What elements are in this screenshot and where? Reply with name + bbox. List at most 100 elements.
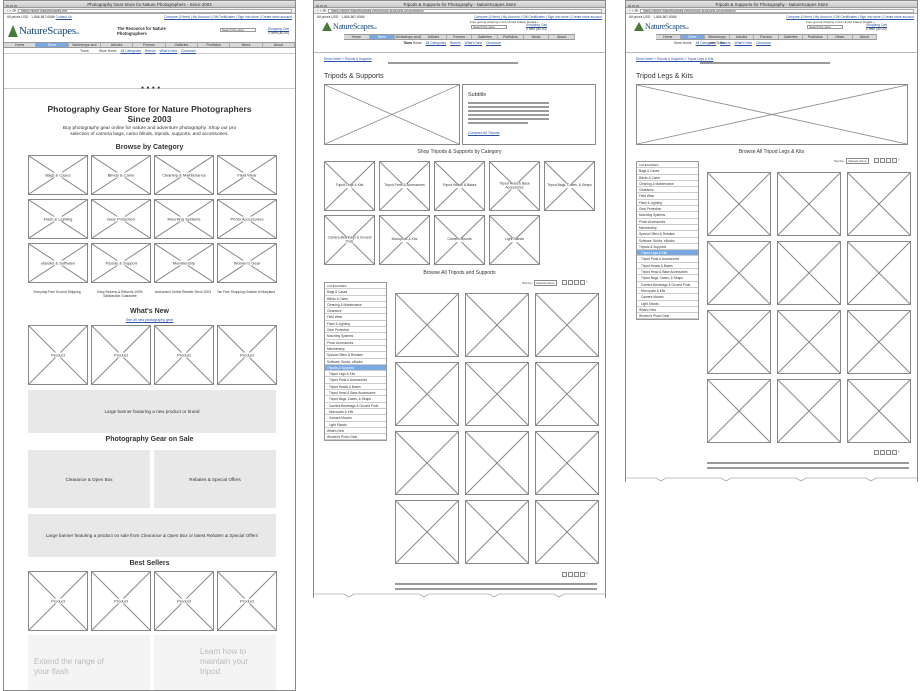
product-card[interactable]: Product [154, 325, 214, 385]
sale-banner[interactable]: Large banner featuring a product on sale… [28, 514, 276, 557]
nav-item[interactable]: About [853, 35, 878, 39]
subcategory-tile[interactable]: Camera Mounts [434, 215, 485, 265]
product-card[interactable] [847, 172, 911, 236]
nav-item[interactable]: Store [36, 43, 69, 47]
view-toggle-buttons[interactable]: › [874, 158, 900, 163]
product-card[interactable] [707, 241, 771, 305]
search-input[interactable]: Search the store [220, 28, 256, 32]
sidebar-item[interactable]: Women's Photo Gear [325, 434, 386, 441]
nav-item[interactable]: Home [344, 35, 370, 39]
nav-item[interactable]: Galleries [472, 35, 499, 39]
product-card[interactable] [777, 379, 841, 443]
product-card[interactable] [535, 431, 599, 495]
see-all-link[interactable]: See all new photography gear [4, 318, 295, 322]
category-tile[interactable]: Tripods & Support [91, 243, 151, 283]
category-tile[interactable]: Membership [154, 243, 214, 283]
sidebar-item[interactable]: Women's Photo Gear [637, 313, 698, 320]
nav-item[interactable]: Articles [421, 35, 447, 39]
nav-item[interactable]: Workshops and Tours [69, 43, 101, 53]
product-card[interactable] [535, 293, 599, 357]
nav-item[interactable]: Store [680, 35, 706, 39]
sort-control[interactable]: Sort by: Newest Items [520, 280, 557, 286]
search-input[interactable]: Search the store [471, 25, 507, 29]
nav-item[interactable]: Forums [754, 35, 779, 39]
product-card[interactable] [465, 500, 529, 564]
product-card[interactable] [847, 379, 911, 443]
nav-item[interactable]: Articles [730, 35, 755, 39]
shopping-cart[interactable]: Shopping Cart 0 Item ($0.00) [526, 23, 547, 31]
product-card[interactable] [777, 310, 841, 374]
site-logo[interactable]: NatureScapes.net [322, 20, 377, 32]
product-card[interactable] [777, 172, 841, 236]
subnav-link[interactable]: Brands [450, 41, 460, 45]
subnav-link[interactable]: Store Home [674, 41, 692, 45]
carousel-dots[interactable]: ● ● ● ● [141, 85, 161, 91]
shopping-cart[interactable]: Shopping Cart 0 Item ($0.00) [268, 27, 289, 35]
product-card[interactable] [395, 362, 459, 426]
product-card[interactable]: Product [28, 325, 88, 385]
clearance-tile[interactable]: Clearance & Open Box [28, 450, 150, 508]
product-card[interactable]: Product [217, 325, 277, 385]
nav-item[interactable]: News [524, 35, 550, 39]
nav-item[interactable]: News [828, 35, 853, 39]
compare-tripods-link[interactable]: Compare All Tripods [468, 131, 500, 135]
product-card[interactable] [847, 241, 911, 305]
subnav-link[interactable]: Clearance [486, 41, 501, 45]
category-tile[interactable]: Cleaning & Maintenance [154, 155, 214, 195]
nav-item[interactable]: Portfolios [498, 35, 524, 39]
product-card[interactable] [847, 310, 911, 374]
category-tile[interactable]: Flash & Lighting [28, 199, 88, 239]
rebates-tile[interactable]: Rebates & Special Offers [154, 450, 276, 508]
nav-item[interactable]: Articles [101, 43, 134, 47]
product-card[interactable] [395, 500, 459, 564]
subcategory-tile[interactable]: Tripod Heads & Bases [434, 161, 485, 211]
contact-link[interactable]: Contact Us [56, 15, 72, 19]
product-card[interactable] [465, 293, 529, 357]
pagination[interactable]: › [562, 572, 588, 577]
subnav-link[interactable]: Clearance [756, 41, 771, 45]
site-logo[interactable]: NatureScapes.net [8, 24, 79, 38]
subcategory-tile[interactable]: Tripod Legs & Kits [324, 161, 375, 211]
nav-item[interactable]: Workshops and Tours [395, 35, 422, 45]
category-tile[interactable]: eBooks & Software [28, 243, 88, 283]
nav-item[interactable]: News [230, 43, 263, 47]
subcategory-tile[interactable]: Tripod Bags, Cases, & Straps [544, 161, 595, 211]
subcategory-tile[interactable]: Tripod Parts & Accessories [379, 161, 430, 211]
nav-item[interactable]: Forums [447, 35, 473, 39]
category-tile[interactable]: Mounting Systems [154, 199, 214, 239]
product-card[interactable]: Product [28, 571, 88, 631]
shopping-cart[interactable]: Shopping Cart 0 Item ($0.00) [866, 23, 887, 31]
subcategory-tile[interactable]: Tripod Head & Base Accessories [489, 161, 540, 211]
product-card[interactable]: Product [91, 325, 151, 385]
url-field[interactable]: https://store.naturescapes.net/tripods-s… [640, 9, 914, 13]
category-tile[interactable]: Bags & Cases [28, 155, 88, 195]
subcategory-tile[interactable]: Monopods & Kits [379, 215, 430, 265]
category-tile[interactable]: Gear Protection [91, 199, 151, 239]
new-product-banner[interactable]: Large banner featuring a new product or … [28, 390, 276, 433]
search-input[interactable]: Search the store [807, 25, 843, 29]
product-card[interactable]: Product [91, 571, 151, 631]
nav-item[interactable]: Home [656, 35, 681, 39]
nav-item[interactable]: Portfolios [803, 35, 828, 39]
subnav-link[interactable]: What's New [465, 41, 482, 45]
subnav-link[interactable]: All Categories [426, 41, 447, 45]
url-field[interactable]: https://store.naturescapes.net/tripods-s… [328, 9, 602, 13]
subcategory-tile[interactable]: Camera Beanbags & Ground Pods [324, 215, 375, 265]
product-card[interactable] [707, 379, 771, 443]
category-tile[interactable]: Photo Accessories [217, 199, 277, 239]
hero-carousel[interactable]: ● ● ● ● [4, 53, 295, 91]
product-card[interactable]: Product [217, 571, 277, 631]
product-card[interactable] [395, 431, 459, 495]
nav-item[interactable]: About [263, 43, 295, 47]
nav-item[interactable]: Forums [133, 43, 166, 47]
pagination[interactable]: › [874, 450, 900, 455]
site-logo[interactable]: NatureScapes.net [634, 20, 689, 32]
nav-item[interactable]: Home [4, 43, 37, 47]
product-card[interactable] [465, 431, 529, 495]
nav-item[interactable]: Portfolios [198, 43, 231, 47]
subnav-link[interactable]: What's New [735, 41, 752, 45]
breadcrumb[interactable]: Store Home > Tripods & Supports > Tripod… [636, 57, 713, 61]
nav-item[interactable]: Galleries [166, 43, 198, 47]
category-tile[interactable]: Blinds & Camo [91, 155, 151, 195]
product-card[interactable] [707, 310, 771, 374]
